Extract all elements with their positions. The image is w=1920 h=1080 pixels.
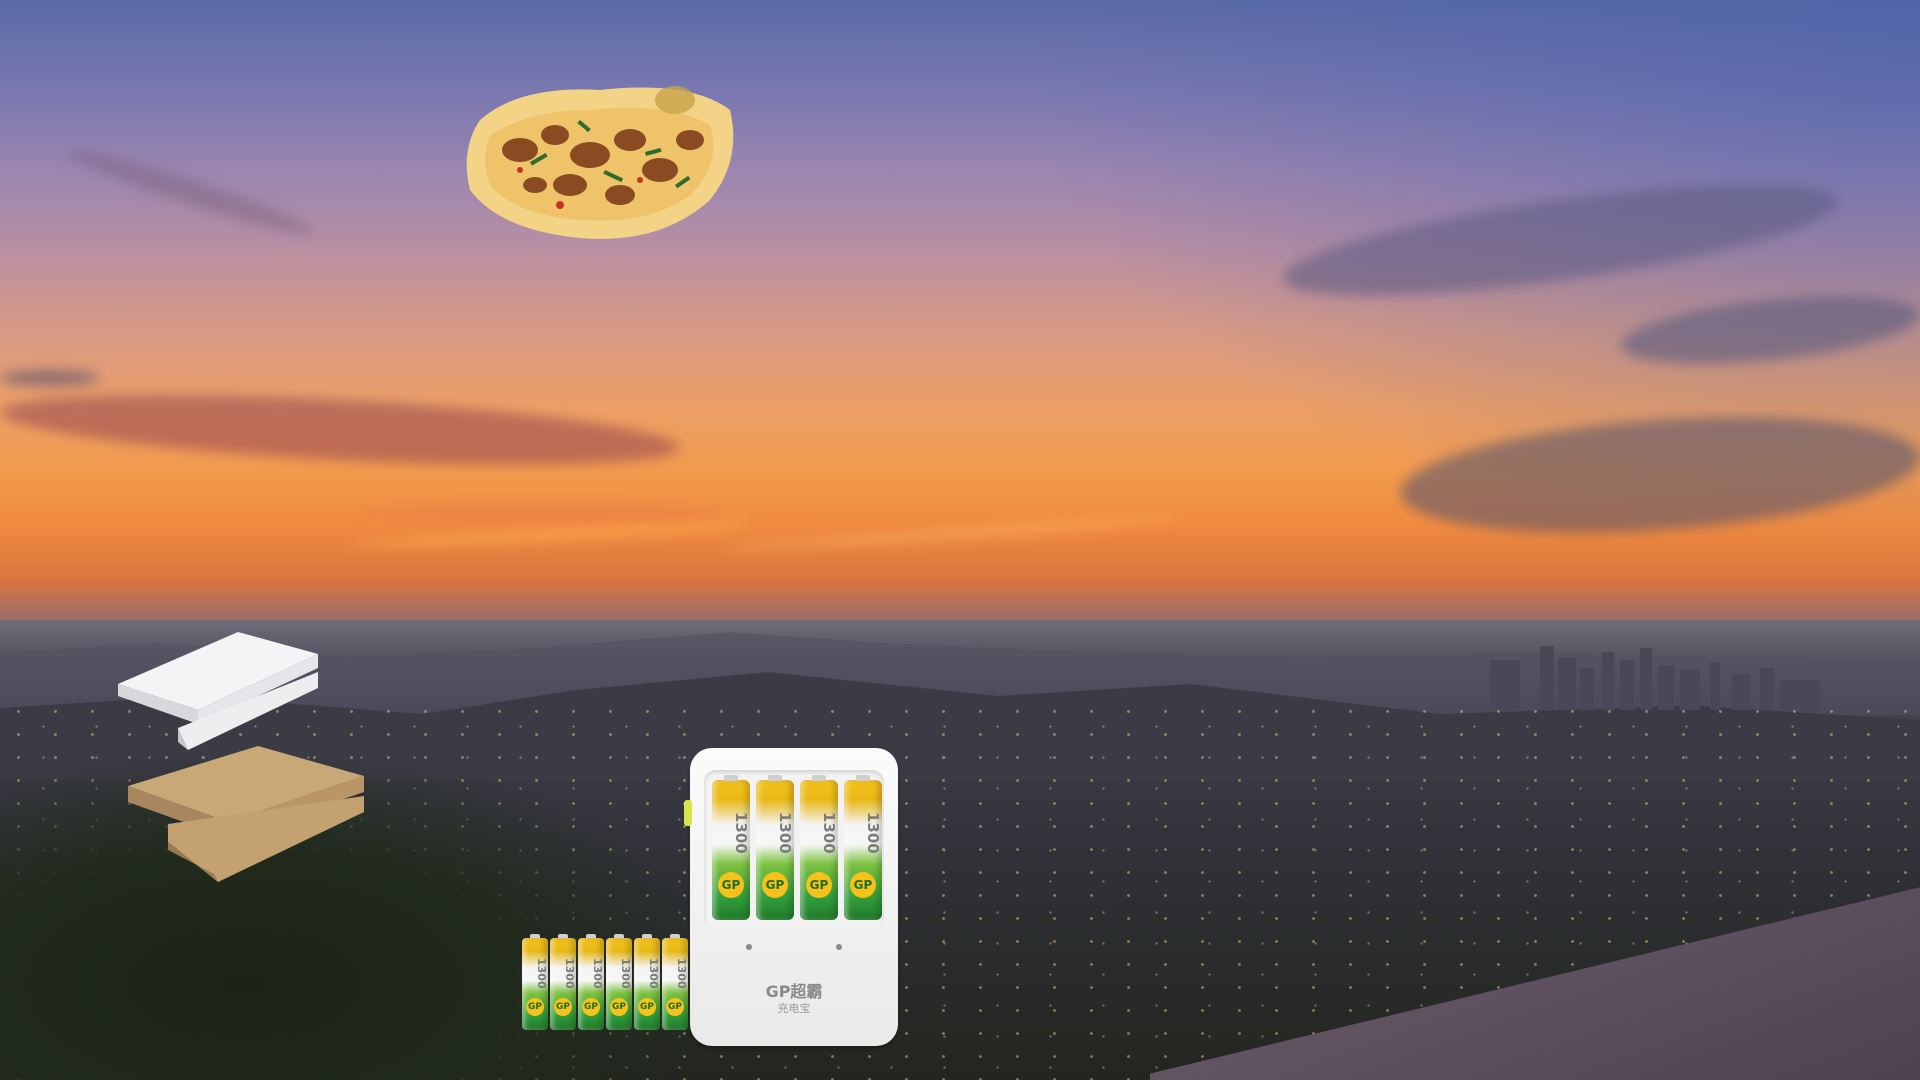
battery-capacity-label: 1300: [776, 812, 794, 854]
loose-battery: 1300 GP: [550, 934, 576, 1030]
battery-logo: GP: [554, 998, 572, 1016]
battery-capacity-label: 1300: [535, 958, 548, 989]
battery-capacity-label: 1300: [820, 812, 838, 854]
charger-battery: 1300 GP: [756, 775, 794, 920]
cardboard-box-image: [128, 746, 364, 882]
battery-logo: GP: [718, 872, 744, 898]
battery-capacity-label: 1300: [732, 812, 750, 854]
charger-brand-label: GP超霸: [765, 982, 823, 1001]
battery-logo: GP: [762, 872, 788, 898]
battery-capacity-label: 1300: [864, 812, 882, 854]
battery-logo: GP: [806, 872, 832, 898]
battery-logo: GP: [638, 998, 656, 1016]
charger-battery: 1300 GP: [844, 775, 882, 920]
battery-logo: GP: [610, 998, 628, 1016]
battery-capacity-label: 1300: [563, 958, 576, 989]
charger-sub-label: 充电宝: [777, 1002, 811, 1015]
white-box-image: [118, 632, 318, 750]
cloud-streak: [0, 370, 100, 386]
battery-logo: GP: [526, 998, 544, 1016]
loose-battery: 1300 GP: [634, 934, 660, 1030]
photo-scene: 1300 GP 1300 GP 1300 GP 1300 GP GP超霸 充电宝…: [0, 0, 1920, 1080]
battery-capacity-label: 1300: [619, 958, 632, 989]
food-dish-image: [466, 86, 734, 239]
battery-capacity-label: 1300: [591, 958, 604, 989]
battery-charger: 1300 GP 1300 GP 1300 GP 1300 GP GP超霸 充电宝: [684, 748, 898, 1046]
loose-battery: 1300 GP: [522, 934, 548, 1030]
cloud-streak: [360, 508, 720, 518]
battery-capacity-label: 1300: [675, 958, 688, 989]
loose-battery: 1300 GP: [578, 934, 604, 1030]
battery-logo: GP: [666, 998, 684, 1016]
charger-battery: 1300 GP: [712, 775, 750, 920]
battery-logo: GP: [582, 998, 600, 1016]
charger-battery-bay: 1300 GP 1300 GP 1300 GP 1300 GP: [704, 770, 884, 930]
loose-battery: 1300 GP: [606, 934, 632, 1030]
charger-led: [836, 944, 842, 950]
charger-side-tab: [684, 800, 692, 826]
battery-capacity-label: 1300: [647, 958, 660, 989]
battery-logo: GP: [850, 872, 876, 898]
charger-led: [746, 944, 752, 950]
loose-battery-row: 1300 GP 1300 GP 1300 GP 1300 GP 1300 GP …: [522, 934, 692, 1033]
loose-battery: 1300 GP: [662, 934, 688, 1030]
charger-battery: 1300 GP: [800, 775, 838, 920]
